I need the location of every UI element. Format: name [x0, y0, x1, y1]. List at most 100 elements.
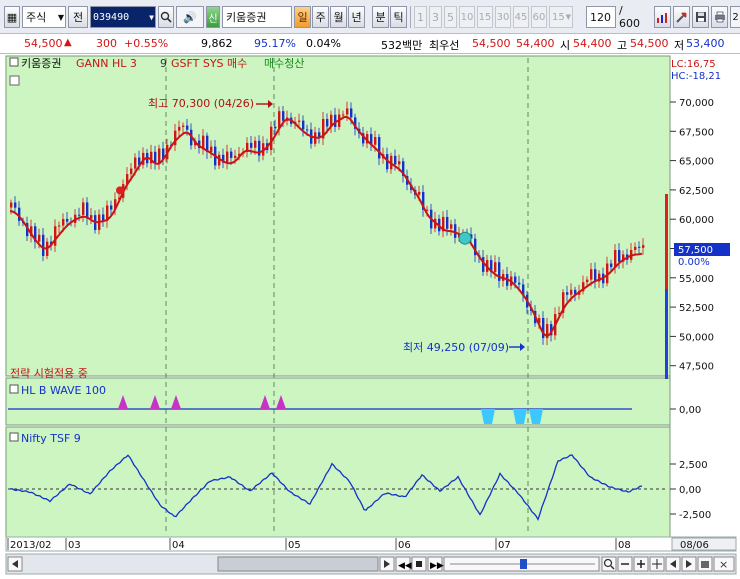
- candle-body: [282, 111, 285, 121]
- legend-box-icon[interactable]: [9, 432, 19, 442]
- price-change: 300: [96, 37, 117, 50]
- x-tick-label: 08: [618, 540, 631, 551]
- legend-period: 9: [160, 57, 167, 70]
- candle-body: [514, 276, 517, 283]
- candle-body: [66, 218, 69, 222]
- candle-body: [274, 126, 277, 129]
- interval-3-button[interactable]: 3: [429, 6, 442, 28]
- stock-name-field: 키움증권: [222, 6, 292, 28]
- x-tick-label: 2013/02: [10, 540, 52, 551]
- candle-body: [350, 108, 353, 118]
- candle-body: [210, 146, 213, 153]
- price-tick-label: 47,500: [679, 362, 714, 373]
- chart-settings-icon[interactable]: [654, 6, 671, 28]
- period-day-button[interactable]: 일: [294, 6, 311, 28]
- chart-area: 키움증권 GANN HL 3 9 GSFT SYS 매수 매수청산 LC:16,…: [0, 54, 740, 579]
- hc-label: HC:-18,21: [671, 71, 721, 82]
- candle-body: [346, 108, 349, 115]
- candle-body: [202, 135, 205, 148]
- candle-body: [454, 224, 457, 238]
- save-icon[interactable]: [692, 6, 709, 28]
- candle-body: [586, 279, 589, 283]
- best-ask: 54,400: [516, 37, 555, 50]
- candle-body: [250, 142, 253, 148]
- price-tick-label: 67,500: [679, 127, 714, 138]
- x-tick-label: 06: [398, 540, 411, 551]
- high-label: 고: [617, 39, 628, 52]
- legend-stock: 키움증권: [21, 57, 61, 70]
- candle-body: [298, 120, 301, 122]
- speaker-icon[interactable]: 🔊: [176, 6, 204, 28]
- candle-body: [58, 225, 61, 227]
- market-type-select[interactable]: 주식 ▼: [22, 6, 66, 28]
- chevron-down-icon: ▼: [565, 13, 571, 21]
- low-price: 53,400: [686, 37, 725, 50]
- candle-body: [638, 246, 641, 248]
- scroll-thumb[interactable]: [217, 556, 379, 572]
- candle-body: [230, 151, 233, 158]
- candle-body: [614, 250, 617, 268]
- x-tick-label: 05: [288, 540, 301, 551]
- zoom-slider-handle[interactable]: [520, 559, 527, 569]
- tsf-pane[interactable]: [5, 426, 671, 538]
- candle-body: [54, 226, 57, 246]
- grid-icon[interactable]: [9, 75, 20, 86]
- tool-icon[interactable]: [673, 6, 690, 28]
- volume: 9,862: [201, 37, 233, 50]
- candle-body: [494, 262, 497, 272]
- price-change-pct: +0.55%: [124, 37, 169, 50]
- interval-45-button[interactable]: 45: [513, 6, 529, 28]
- close-icon: ×: [719, 558, 728, 571]
- candle-body: [398, 161, 401, 165]
- print-icon[interactable]: [711, 6, 728, 28]
- interval-1-button[interactable]: 1: [414, 6, 427, 28]
- legend-box-icon[interactable]: [9, 57, 19, 67]
- search-icon[interactable]: [158, 6, 174, 28]
- count-input[interactable]: 120: [586, 6, 616, 28]
- open-label: 시: [560, 39, 571, 52]
- low-label: 저: [674, 39, 685, 52]
- period-month-button[interactable]: 월: [330, 6, 347, 28]
- trade-amount: 532백만: [381, 39, 423, 52]
- period-minute-button[interactable]: 분: [372, 6, 389, 28]
- legend-buy-exit: 매수청산: [264, 57, 304, 70]
- legend-box-icon[interactable]: [9, 384, 19, 394]
- toolbar: ▦ 주식 ▼ 전 039490 ▼ 🔊 신 키움증권 일 주 월 년 분 틱 1…: [0, 0, 740, 34]
- period-tick-button[interactable]: 틱: [390, 6, 407, 28]
- candle-body: [374, 137, 377, 145]
- quote-bar: 54,500 ▲ 300 +0.55% 9,862 95.17% 0.04% 5…: [0, 34, 740, 54]
- candle-body: [182, 125, 185, 127]
- interval-5-button[interactable]: 5: [444, 6, 457, 28]
- candle-body: [342, 114, 345, 116]
- candle-body: [378, 137, 381, 159]
- interval-custom-select[interactable]: 15 ▼: [549, 6, 573, 28]
- high-annotation: 최고 70,300 (04/26): [148, 97, 254, 110]
- interval-10-button[interactable]: 10: [459, 6, 475, 28]
- period-week-button[interactable]: 주: [312, 6, 329, 28]
- price-pane[interactable]: [5, 55, 671, 377]
- price-tick-label: 52,500: [679, 303, 714, 314]
- low-annotation: 최저 49,250 (07/09): [403, 341, 509, 354]
- interval-60-button[interactable]: 60: [531, 6, 547, 28]
- stock-code-input[interactable]: 039490 ▼: [90, 6, 156, 28]
- candle-body: [566, 292, 569, 295]
- candle-body: [618, 250, 621, 262]
- up-arrow-icon: ▲: [64, 37, 72, 48]
- volume-ratio: 95.17%: [254, 37, 296, 50]
- candle-body: [130, 168, 133, 175]
- candle-body: [594, 269, 597, 282]
- tsf-title: Nifty TSF 9: [21, 432, 81, 445]
- candle-body: [78, 214, 81, 216]
- wave-y-tick: 0,00: [679, 405, 701, 416]
- market-label-button[interactable]: 전: [68, 6, 88, 28]
- period-year-button[interactable]: 년: [348, 6, 365, 28]
- candle-body: [570, 289, 573, 295]
- interval-15-button[interactable]: 15: [477, 6, 493, 28]
- down-volume-bar: [665, 289, 668, 379]
- current-pct-label: 0.00%: [678, 257, 710, 268]
- price-tick-label: 70,000: [679, 98, 714, 109]
- interval-30-button[interactable]: 30: [495, 6, 511, 28]
- grid-icon[interactable]: ▦: [4, 6, 20, 28]
- sell-signal-marker: [458, 231, 472, 245]
- candle-body: [418, 191, 421, 195]
